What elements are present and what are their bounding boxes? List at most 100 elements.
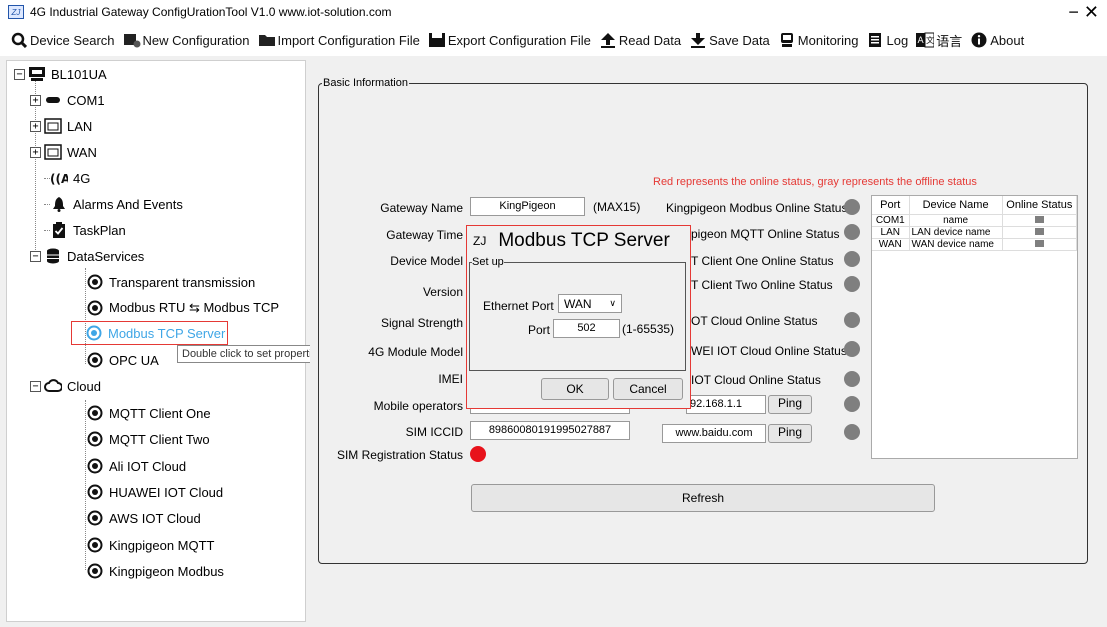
tree-root-label: BL101UA	[51, 66, 107, 82]
serial-port-icon	[44, 91, 62, 109]
collapse-icon[interactable]: −	[14, 68, 25, 80]
ethernet-port-select[interactable]: WAN ∨	[558, 294, 622, 313]
service-icon	[86, 457, 104, 475]
tree-item-com1[interactable]: + COM1	[30, 88, 105, 112]
ping-address-input[interactable]: 92.168.1.1	[686, 395, 766, 414]
port-cell: COM1	[872, 214, 910, 227]
tree-item-kp-mqtt[interactable]: Kingpigeon MQTT	[86, 533, 215, 557]
tree-item-opc-ua[interactable]: OPC UA	[86, 348, 159, 372]
gateway-name-label: Gateway Name	[380, 201, 463, 215]
status-indicator	[844, 224, 860, 240]
clipboard-check-icon	[50, 221, 68, 239]
ping-button[interactable]: Ping	[768, 424, 812, 443]
sim-iccid-field[interactable]: 89860080191995027887	[470, 421, 630, 440]
new-configuration-button[interactable]: New Configuration	[123, 31, 250, 49]
toolbar: Device Search New Configuration Import C…	[0, 24, 1107, 56]
dialog-header: ZJ Modbus TCP Server	[467, 226, 690, 256]
column-header: Port	[872, 196, 910, 215]
refresh-button[interactable]: Refresh	[471, 484, 935, 512]
expand-icon[interactable]: +	[30, 120, 41, 132]
new-config-icon	[123, 31, 141, 49]
log-label: Log	[886, 32, 909, 48]
module-model-label: 4G Module Model	[368, 345, 463, 359]
arrow-up-icon	[599, 31, 617, 49]
tree-item-wan[interactable]: + WAN	[30, 140, 97, 164]
save-data-button[interactable]: Save Data	[689, 31, 770, 49]
table-row[interactable]: LAN LAN device name	[872, 226, 1078, 239]
tree-item-label: MQTT Client Two	[109, 431, 210, 447]
tree-item-lan[interactable]: + LAN	[30, 114, 92, 138]
group-legend: Basic Information	[323, 77, 408, 89]
tree-item-label: Modbus TCP Server	[108, 325, 226, 341]
expand-icon[interactable]: +	[30, 94, 41, 106]
device-search-label: Device Search	[30, 32, 115, 48]
device-search-button[interactable]: Device Search	[10, 31, 115, 49]
tree-item-label: Transparent transmission	[109, 274, 256, 290]
import-configuration-label: Import Configuration File	[277, 32, 420, 48]
expand-icon[interactable]: +	[30, 146, 41, 158]
tree-item-mqtt-two[interactable]: MQTT Client Two	[86, 427, 210, 451]
table-header: Port Device Name Online Status	[872, 196, 1078, 215]
read-data-button[interactable]: Read Data	[599, 31, 681, 49]
log-button[interactable]: Log	[866, 31, 908, 49]
tree-item-cloud[interactable]: − Cloud	[30, 374, 101, 398]
tree-item-mqtt-one[interactable]: MQTT Client One	[86, 401, 211, 425]
save-disk-icon	[428, 31, 446, 49]
antenna-icon: ((A))	[50, 169, 68, 187]
status-square	[1034, 215, 1044, 223]
service-icon	[86, 273, 104, 291]
tree-item-aws[interactable]: AWS IOT Cloud	[86, 506, 201, 530]
gateway-device-icon	[28, 65, 46, 83]
ethernet-port-icon	[44, 117, 62, 135]
tree-item-label: OPC UA	[109, 352, 159, 368]
cancel-button[interactable]: Cancel	[613, 378, 683, 400]
search-icon	[10, 31, 28, 49]
import-configuration-button[interactable]: Import Configuration File	[258, 31, 420, 49]
tree-item-dataservices[interactable]: − DataServices	[30, 244, 144, 268]
about-label: About	[990, 32, 1025, 48]
collapse-icon[interactable]: −	[30, 250, 41, 262]
collapse-icon[interactable]: −	[30, 380, 41, 392]
status-label: T Client Two Online Status	[691, 278, 833, 292]
status-indicator	[844, 199, 860, 215]
about-button[interactable]: About	[970, 31, 1024, 49]
tree-item-transparent[interactable]: Transparent transmission	[86, 270, 255, 294]
language-button[interactable]: A文 语言	[916, 31, 962, 50]
ping-button[interactable]: Ping	[768, 395, 812, 414]
tree-item-huawei[interactable]: HUAWEI IOT Cloud	[86, 480, 223, 504]
database-icon	[44, 247, 62, 265]
table-row[interactable]: COM1 name	[872, 214, 1078, 227]
ok-button[interactable]: OK	[541, 378, 609, 400]
tree-item-label: Ali IOT Cloud	[109, 458, 187, 474]
mobile-operators-label: Mobile operators	[373, 399, 463, 413]
column-header: Online Status	[1002, 196, 1078, 215]
tree-item-label: LAN	[67, 118, 93, 134]
tree-item-modbus-tcp-server[interactable]: Modbus TCP Server	[71, 321, 229, 345]
ping-indicator	[844, 424, 860, 440]
port-range-hint: (1-65535)	[622, 322, 675, 336]
gateway-name-field[interactable]: KingPigeon	[470, 197, 585, 216]
tree-item-kp-modbus[interactable]: Kingpigeon Modbus	[86, 559, 224, 583]
port-input[interactable]: 502	[553, 319, 620, 338]
window-controls[interactable]: − ✕	[1068, 2, 1099, 23]
tree-item-alarms[interactable]: Alarms And Events	[44, 192, 183, 216]
tree-root[interactable]: − BL101UA	[14, 62, 107, 86]
tree-item-ali[interactable]: Ali IOT Cloud	[86, 454, 186, 478]
tree-item-label: AWS IOT Cloud	[109, 510, 201, 526]
export-configuration-button[interactable]: Export Configuration File	[428, 31, 591, 49]
online-status-cell	[1002, 238, 1078, 251]
tree-item-taskplan[interactable]: TaskPlan	[44, 218, 126, 242]
log-icon	[866, 31, 884, 49]
signal-strength-label: Signal Strength	[380, 316, 463, 330]
status-label: Kingpigeon Modbus Online Status	[666, 201, 848, 215]
save-data-label: Save Data	[709, 32, 770, 48]
sim-iccid-label: SIM ICCID	[405, 425, 463, 439]
group-legend: Set up	[472, 256, 504, 268]
status-square	[1034, 239, 1044, 247]
tree-item-4g[interactable]: ((A)) 4G	[44, 166, 90, 190]
language-icon: A文	[916, 31, 935, 49]
monitoring-button[interactable]: Monitoring	[778, 31, 858, 49]
tree-item-modbus-rtu-tcp[interactable]: Modbus RTU ⇆ Modbus TCP	[86, 296, 279, 320]
table-row[interactable]: WAN WAN device name	[872, 238, 1078, 251]
ping-host-input[interactable]: www.baidu.com	[662, 424, 766, 443]
